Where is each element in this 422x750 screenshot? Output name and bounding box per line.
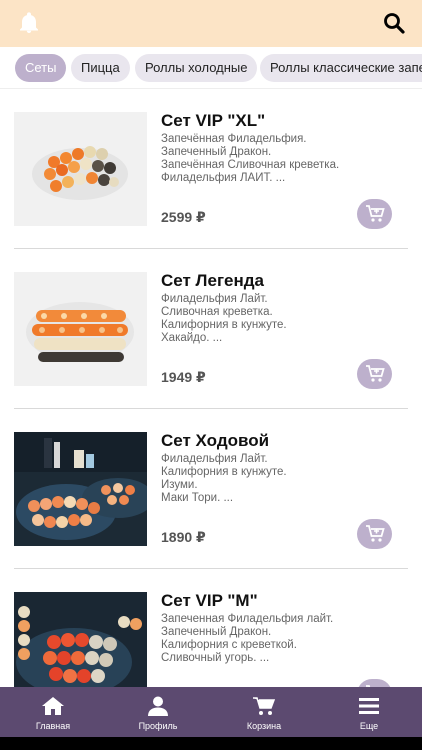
category-chip-baked-rolls[interactable]: Роллы классические запе [260, 54, 422, 82]
cart-icon [253, 697, 276, 715]
product-price: 2599 ₽ [161, 209, 206, 225]
product-list: Сет VIP "XL" Запечённая Филадельфия. Зап… [0, 89, 422, 687]
add-to-cart-button[interactable] [357, 359, 392, 389]
product-title: Сет Ходовой [161, 431, 270, 450]
product-image [14, 592, 147, 687]
menu-icon [359, 698, 379, 714]
product-image [14, 432, 147, 546]
app-screen: Сеты Пицца Роллы холодные Роллы классиче… [0, 0, 422, 750]
search-icon[interactable] [382, 11, 406, 35]
product-card[interactable]: Сет VIP "M" Запеченная Филадельфия лайт.… [0, 569, 422, 687]
product-card[interactable]: Сет Ходовой Филадельфия Лайт. Калифорния… [0, 409, 422, 569]
product-title: Сет VIP "XL" [161, 111, 266, 130]
category-tabs: Сеты Пицца Роллы холодные Роллы классиче… [0, 47, 422, 89]
product-card[interactable]: Сет VIP "XL" Запечённая Филадельфия. Зап… [0, 89, 422, 249]
nav-more[interactable]: Еще [329, 687, 409, 737]
nav-home[interactable]: Главная [13, 687, 93, 737]
category-chip-sets[interactable]: Сеты [15, 54, 67, 82]
nav-label: Профиль [138, 721, 178, 731]
product-title: Сет VIP "M" [161, 591, 258, 610]
product-description: Филадельфия Лайт. Сливочная креветка. Ка… [161, 293, 287, 344]
product-description: Запеченная Филадельфия лайт. Запеченный … [161, 613, 334, 664]
nav-label: Главная [35, 721, 71, 731]
add-to-cart-icon [366, 205, 385, 222]
top-bar [0, 0, 422, 47]
product-description: Запечённая Филадельфия. Запеченный Драко… [161, 133, 340, 184]
product-card[interactable]: Сет Легенда Филадельфия Лайт. Сливочная … [0, 249, 422, 409]
add-to-cart-button[interactable] [357, 679, 392, 687]
product-price: 1890 ₽ [161, 529, 206, 545]
add-to-cart-icon [366, 365, 385, 382]
product-title: Сет Легенда [161, 271, 264, 290]
user-icon [148, 696, 168, 716]
add-to-cart-icon [366, 525, 385, 542]
product-image [14, 272, 147, 386]
add-to-cart-button[interactable] [357, 199, 392, 229]
bottom-navigation: Главная Профиль Корзина Еще [0, 687, 422, 737]
nav-cart[interactable]: Корзина [224, 687, 304, 737]
home-icon [42, 697, 64, 715]
product-image [14, 112, 147, 226]
nav-profile[interactable]: Профиль [118, 687, 198, 737]
category-chip-pizza[interactable]: Пицца [71, 54, 130, 82]
add-to-cart-button[interactable] [357, 519, 392, 549]
nav-label: Еще [359, 721, 379, 731]
bell-icon[interactable] [17, 11, 41, 35]
nav-label: Корзина [246, 721, 282, 731]
product-description: Филадельфия Лайт. Калифорния в кунжуте. … [161, 453, 287, 504]
category-chip-cold-rolls[interactable]: Роллы холодные [135, 54, 258, 82]
product-price: 1949 ₽ [161, 369, 206, 385]
system-bar [0, 737, 422, 750]
